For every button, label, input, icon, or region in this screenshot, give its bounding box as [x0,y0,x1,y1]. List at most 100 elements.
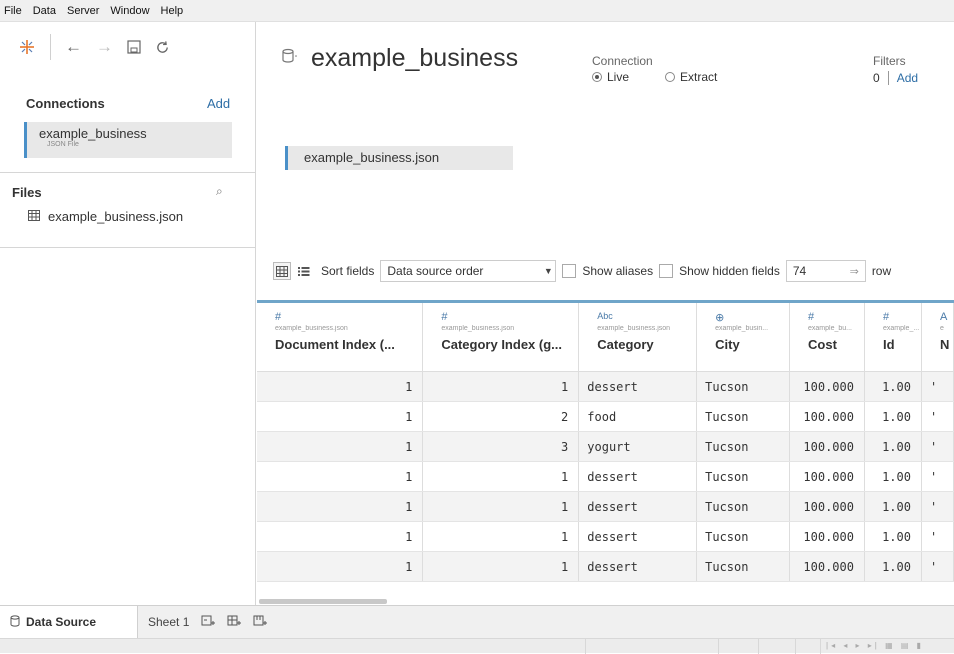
database-icon [10,614,20,630]
sheet-tab-bar: Data Source Sheet 1 [0,605,954,639]
menu-server[interactable]: Server [67,5,99,17]
number-type-icon[interactable]: # [441,311,577,325]
table-cell: yogurt [578,431,698,462]
radio-dot [665,72,676,82]
show-aliases-checkbox[interactable]: Show aliases [562,264,653,278]
table-cell: 1.00 [864,431,922,462]
column-name: Cost [808,337,837,352]
main-area: example_business Connection Live Extract… [257,22,954,605]
table-cell: 1.00 [864,551,922,582]
string-type-icon[interactable]: Abc [597,311,695,325]
table-cell: 1 [257,431,424,462]
table-cell: 1.00 [864,491,922,522]
datasource-title[interactable]: example_business [281,44,518,73]
connection-name: example_business [39,126,147,141]
live-label: Live [607,70,630,84]
menu-file[interactable]: File [4,5,22,17]
go-arrow-icon[interactable]: ⇒ [850,265,859,278]
table-row: 1 3 yogurt Tucson 100.000 1.00 ' [257,431,954,462]
column-source: example_business.json [441,325,515,332]
divider [0,172,256,173]
number-type-icon[interactable]: # [808,311,863,325]
column-header[interactable]: # example_bu... Cost [789,300,865,372]
extract-radio[interactable]: Extract [665,70,717,84]
geo-type-icon[interactable]: ⊕ [715,311,788,325]
horizontal-scrollbar[interactable] [259,599,387,604]
menu-help[interactable]: Help [161,5,184,17]
refresh-icon[interactable] [155,40,170,55]
tableau-logo-icon[interactable] [18,38,36,56]
column-name: Id [882,337,895,352]
column-header[interactable]: # example_... Id [864,300,922,372]
menu-data[interactable]: Data [33,5,56,17]
tab-sheet-1[interactable]: Sheet 1 [148,615,189,629]
table-cell: 100.000 [789,521,865,552]
table-cell: ' [921,371,954,402]
new-dashboard-icon[interactable] [227,614,242,631]
table-row: 1 1 dessert Tucson 100.000 1.00 ' [257,371,954,402]
number-type-icon[interactable]: # [275,311,422,325]
table-cell: 2 [422,401,580,432]
left-panel: ← → Connections Add example_business JSO… [0,22,256,605]
canvas-table-pill[interactable]: example_business.json [285,146,513,170]
table-cell: ' [921,521,954,552]
status-segment [585,639,586,654]
column-header[interactable]: Abc example_business.json Category [578,300,698,372]
table-cell: 100.000 [789,461,865,492]
table-icon [28,209,40,224]
table-cell: dessert [578,551,698,582]
column-header[interactable]: # example_business.json Category Index (g.… [422,300,580,372]
table-row: 1 2 food Tucson 100.000 1.00 ' [257,401,954,432]
add-filter-link[interactable]: Add [897,71,918,85]
tab-data-source[interactable]: Data Source [0,605,138,639]
column-header[interactable]: AeN [921,300,954,372]
divider [0,247,256,248]
number-type-icon[interactable]: # [883,311,920,325]
table-cell: dessert [578,371,698,402]
list-view-icon[interactable] [295,262,313,280]
column-name: City [715,337,740,352]
files-heading: Files [12,185,42,200]
table-cell: 1 [422,461,580,492]
filters-label: Filters [873,54,906,68]
search-icon[interactable]: ⌕ [216,184,223,199]
menu-window[interactable]: Window [110,5,149,17]
connection-item[interactable]: example_business JSON File [24,122,232,158]
table-cell: 1.00 [864,371,922,402]
grid-view-icon[interactable] [273,262,291,280]
table-cell: dessert [578,491,698,522]
table-cell: 1.00 [864,521,922,552]
show-hidden-checkbox[interactable]: Show hidden fields [659,264,780,278]
string-type-icon[interactable]: A [940,311,953,325]
tab-data-source-label: Data Source [26,615,97,629]
table-cell: 1 [422,491,580,522]
forward-arrow-icon[interactable]: → [96,37,113,57]
column-header[interactable]: # example_business.json Document Index (..… [257,300,424,372]
table-cell: 100.000 [789,431,865,462]
database-icon [281,48,297,69]
connection-type: JSON File [47,141,79,148]
add-connection-link[interactable]: Add [207,96,230,111]
rows-value: 74 [792,264,807,278]
data-table: # example_business.json Document Index (..… [257,300,954,582]
new-story-icon[interactable] [253,614,268,631]
table-cell: 100.000 [789,551,865,582]
table-cell: ' [921,491,954,522]
radio-dot [592,72,602,82]
status-segment [718,639,719,654]
live-radio[interactable]: Live [592,70,629,84]
table-cell: 1 [422,521,580,552]
table-cell: dessert [578,521,698,552]
data-grid: # example_business.json Document Index (..… [257,300,954,598]
save-icon[interactable] [127,40,141,54]
column-source: example_... [882,325,920,332]
sort-fields-dropdown[interactable]: Data source order ▼ [380,260,557,282]
file-item[interactable]: example_business.json [28,209,183,224]
column-source: example_business.json [597,325,671,332]
sheet-navigation[interactable]: |◂ ◂ ▸ ▸| ▦ ▤ ▮ [826,641,924,650]
new-worksheet-icon[interactable] [201,614,216,631]
column-header[interactable]: ⊕ example_busin... City [696,300,791,372]
back-arrow-icon[interactable]: ← [65,37,82,57]
filters-count: 0 [873,71,880,85]
rows-input[interactable]: 74 ⇒ [785,260,866,282]
